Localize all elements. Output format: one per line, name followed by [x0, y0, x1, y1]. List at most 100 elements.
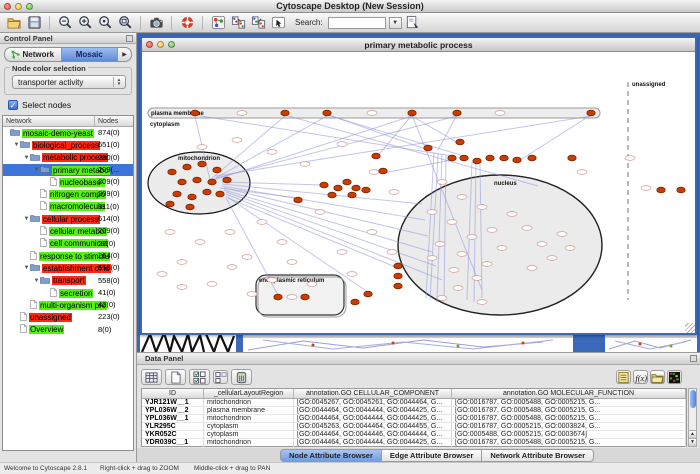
graph-node-label-chip[interactable]	[497, 246, 507, 251]
import-attributes-button[interactable]	[229, 14, 247, 31]
tree-column-nodes[interactable]: Nodes	[95, 116, 133, 126]
graph-node[interactable]	[394, 273, 402, 279]
graph-node-label-chip[interactable]	[315, 210, 325, 215]
graph-node[interactable]	[460, 155, 468, 161]
select-nodes-checkbox[interactable]: ✓	[8, 100, 18, 110]
graph-node-label-chip[interactable]	[300, 162, 310, 167]
graph-node-label-chip[interactable]	[387, 250, 397, 255]
graph-node[interactable]	[191, 110, 199, 116]
graph-node[interactable]	[362, 187, 370, 193]
graph-node[interactable]	[587, 110, 595, 116]
graph-node[interactable]	[657, 187, 665, 193]
zoom-selected-button[interactable]	[96, 14, 114, 31]
graph-node[interactable]	[281, 110, 289, 116]
graph-node-label-chip[interactable]	[367, 111, 377, 116]
table-column-header[interactable]: _cellularLayoutRegion	[204, 389, 294, 398]
open-session-button[interactable]	[5, 14, 23, 31]
table-column-header[interactable]: annotation.GO CELLULAR_COMPONENT	[294, 389, 452, 398]
tree-row[interactable]: Overview8(0)	[3, 324, 133, 336]
tree-expander-icon[interactable]: ▼	[33, 167, 40, 173]
tree-row[interactable]: nitrogen compo209(0)	[3, 188, 133, 200]
graph-node-label-chip[interactable]	[237, 111, 247, 116]
graph-node-label-chip[interactable]	[577, 170, 587, 175]
graph-edge[interactable]	[224, 190, 432, 252]
graph-node-label-chip[interactable]	[557, 232, 567, 237]
graph-node[interactable]	[513, 157, 521, 163]
graph-node[interactable]	[448, 155, 456, 161]
graph-node-label-chip[interactable]	[267, 150, 277, 155]
graph-node-label-chip[interactable]	[437, 296, 447, 301]
graph-node[interactable]	[274, 294, 282, 300]
graph-node-label-chip[interactable]	[427, 210, 437, 215]
network-canvas[interactable]: plasma membranecytoplasmnucleusmitochond…	[142, 52, 695, 333]
graph-node-label-chip[interactable]	[337, 142, 347, 147]
float-panel-icon[interactable]	[126, 35, 133, 42]
attribute-matrix-button[interactable]	[667, 370, 682, 384]
graph-node[interactable]	[500, 155, 508, 161]
tree-row[interactable]: macromolecule311(0)	[3, 201, 133, 213]
graph-node-label-chip[interactable]	[165, 230, 175, 235]
tab-overflow-button[interactable]: ▶	[118, 48, 131, 61]
tree-expander-icon[interactable]: ▼	[23, 216, 30, 222]
graph-node-label-chip[interactable]	[347, 272, 357, 277]
graph-node[interactable]	[453, 110, 461, 116]
tree-row[interactable]: ▼primary metabo209(...	[3, 164, 133, 176]
graph-node-label-chip[interactable]	[457, 195, 467, 200]
graph-node[interactable]	[213, 167, 221, 173]
tree-row[interactable]: nucleobase-209(0)	[3, 176, 133, 188]
graph-node-label-chip[interactable]	[247, 292, 257, 297]
graph-node[interactable]	[372, 153, 380, 159]
background-window-sliver[interactable]	[243, 333, 573, 352]
graph-edge[interactable]	[224, 188, 428, 236]
tab-mosaic[interactable]: Mosaic	[62, 48, 119, 61]
graph-node-label-chip[interactable]	[487, 228, 497, 233]
select-attributes-button[interactable]	[189, 369, 210, 385]
vizmapper-button[interactable]	[269, 14, 287, 31]
window-resize-grip[interactable]	[685, 323, 695, 333]
search-options-button[interactable]	[404, 14, 422, 31]
graph-node[interactable]	[334, 185, 342, 191]
graph-node[interactable]	[320, 182, 328, 188]
tree-row[interactable]: multi-organism pro42(0)	[3, 299, 133, 311]
graph-node[interactable]	[223, 177, 231, 183]
graph-node[interactable]	[352, 185, 360, 191]
table-row[interactable]: YDR039C__1mitochondrion[GO:0044464, GO:0…	[142, 439, 686, 447]
graph-node-label-chip[interactable]	[427, 256, 437, 261]
graph-node[interactable]	[568, 155, 576, 161]
graph-node-label-chip[interactable]	[225, 230, 235, 235]
node-color-combobox[interactable]: transporter activity ▲▼	[12, 75, 126, 89]
zoom-in-button[interactable]	[76, 14, 94, 31]
tree-row[interactable]: cellular metabol209(0)	[3, 225, 133, 237]
graph-node-label-chip[interactable]	[641, 186, 651, 191]
graph-node[interactable]	[677, 187, 685, 193]
graph-node-label-chip[interactable]	[389, 190, 399, 195]
graph-node-label-chip[interactable]	[195, 240, 205, 245]
tree-row[interactable]: ▼cellular process614(0)	[3, 213, 133, 225]
graph-node[interactable]	[301, 294, 309, 300]
graph-node-label-chip[interactable]	[537, 242, 547, 247]
graph-node-label-chip[interactable]	[227, 265, 237, 270]
graph-node-label-chip[interactable]	[453, 286, 463, 291]
graph-node[interactable]	[193, 177, 201, 183]
graph-node-label-chip[interactable]	[157, 272, 167, 277]
tab-network-attribute-browser[interactable]: Network Attribute Browser	[482, 449, 594, 462]
graph-node[interactable]	[394, 283, 402, 289]
attribute-editor-button[interactable]	[616, 370, 631, 384]
unselect-attributes-button[interactable]	[213, 370, 228, 384]
graph-node[interactable]	[168, 169, 176, 175]
graph-node[interactable]	[166, 201, 174, 207]
tree-expander-icon[interactable]: ▼	[23, 155, 30, 161]
search-dropdown-button[interactable]: ▼	[389, 17, 402, 29]
graph-node-label-chip[interactable]	[177, 260, 187, 265]
graph-node-label-chip[interactable]	[369, 170, 379, 175]
graph-node[interactable]	[198, 161, 206, 167]
network-graph[interactable]: plasma membranecytoplasmnucleusmitochond…	[142, 52, 695, 333]
table-row[interactable]: YPL036W__1mitochondrion[GO:0044464, GO:0…	[142, 415, 686, 423]
graph-node[interactable]	[203, 189, 211, 195]
graph-node-label-chip[interactable]	[435, 242, 445, 247]
table-row[interactable]: YJR121W__1mitochondrion[GO:0045267, GO:0…	[142, 399, 686, 407]
graph-node[interactable]	[364, 291, 372, 297]
graph-node[interactable]	[379, 168, 387, 174]
tree-expander-icon[interactable]: ▼	[23, 265, 30, 271]
tab-network[interactable]: Network	[5, 48, 62, 61]
